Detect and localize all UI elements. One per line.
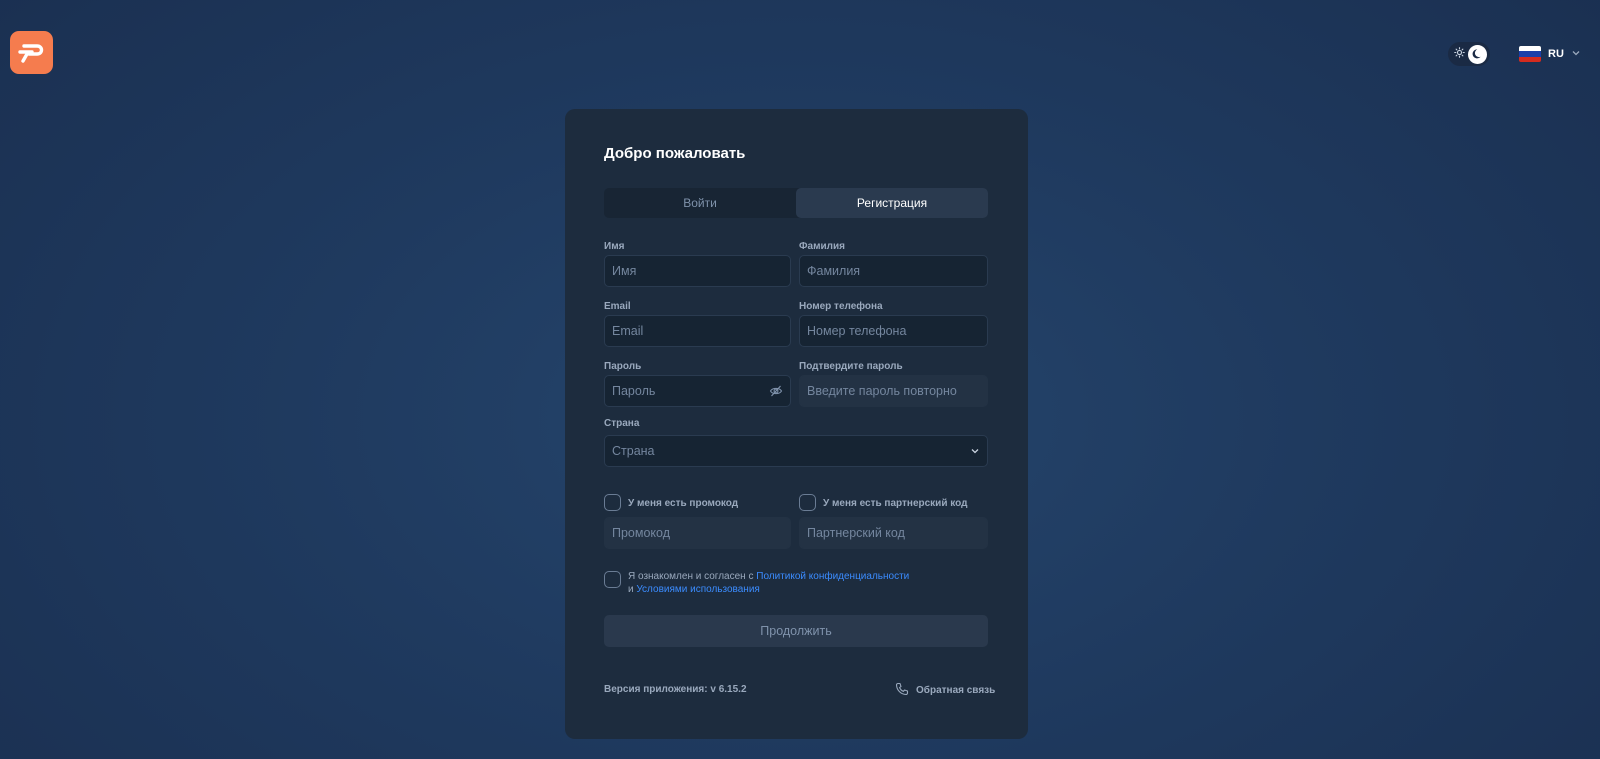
first-name-input[interactable] [612, 264, 783, 278]
partner-checkbox[interactable] [799, 494, 816, 511]
feedback-label: Обратная связь [916, 685, 996, 696]
last-name-wrapper [799, 255, 988, 287]
last-name-label: Фамилия [799, 241, 845, 252]
partner-code-input[interactable] [807, 526, 980, 540]
chevron-down-icon [970, 446, 980, 456]
moon-icon [1468, 44, 1487, 64]
first-name-label: Имя [604, 241, 625, 252]
tab-registration[interactable]: Регистрация [796, 188, 988, 218]
country-input[interactable] [612, 444, 970, 458]
language-code: RU [1548, 48, 1564, 60]
password-wrapper [604, 375, 791, 407]
confirm-password-input[interactable] [807, 384, 980, 398]
country-select[interactable] [604, 435, 988, 467]
phone-wrapper [799, 315, 988, 347]
promo-code-wrapper [604, 517, 791, 549]
agreement-text: Я ознакомлен и согласен с Политикой конф… [628, 570, 909, 596]
phone-label: Номер телефона [799, 301, 883, 312]
partner-checkbox-label: У меня есть партнерский код [823, 498, 968, 509]
confirm-password-label: Подтвердите пароль [799, 361, 903, 372]
partner-code-wrapper [799, 517, 988, 549]
russia-flag-icon [1519, 46, 1541, 62]
confirm-password-wrapper [799, 375, 988, 407]
feedback-link[interactable]: Обратная связь [895, 682, 995, 699]
email-label: Email [604, 301, 631, 312]
email-input[interactable] [612, 324, 783, 338]
last-name-input[interactable] [807, 264, 980, 278]
registration-card: Добро пожаловать Войти Регистрация Имя Ф… [565, 109, 1028, 739]
first-name-wrapper [604, 255, 791, 287]
eye-off-icon[interactable] [769, 384, 783, 398]
tab-login[interactable]: Войти [604, 188, 796, 218]
auth-tabs: Войти Регистрация [604, 188, 988, 218]
brand-logo-icon[interactable] [10, 31, 53, 74]
chevron-down-icon [1571, 45, 1581, 63]
sun-icon [1454, 45, 1465, 63]
email-wrapper [604, 315, 791, 347]
app-version: Версия приложения: v 6.15.2 [604, 684, 747, 695]
continue-button[interactable]: Продолжить [604, 615, 988, 647]
promo-code-input[interactable] [612, 526, 783, 540]
password-label: Пароль [604, 361, 642, 372]
language-selector[interactable]: RU [1519, 44, 1581, 64]
password-input[interactable] [612, 384, 769, 398]
agreement-checkbox[interactable] [604, 571, 621, 588]
terms-of-use-link[interactable]: Условиями использования [636, 584, 759, 595]
privacy-policy-link[interactable]: Политикой конфиденциальности [756, 571, 909, 582]
phone-input[interactable] [807, 324, 980, 338]
promo-checkbox-label: У меня есть промокод [628, 498, 739, 509]
card-title: Добро пожаловать [604, 145, 746, 162]
theme-toggle[interactable] [1448, 42, 1490, 66]
country-label: Страна [604, 418, 640, 429]
phone-icon [895, 682, 909, 699]
promo-checkbox[interactable] [604, 494, 621, 511]
agreement-text-before: Я ознакомлен и согласен с [628, 571, 757, 582]
